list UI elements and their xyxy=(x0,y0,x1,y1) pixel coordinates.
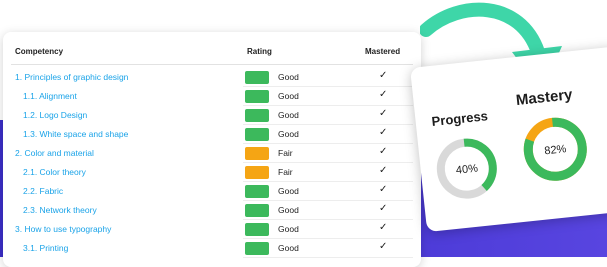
rating-color-indicator xyxy=(245,147,269,160)
progress-value: 40% xyxy=(455,162,478,176)
table-row: 3.1. Printing Good ✓ xyxy=(3,239,421,258)
mastered-check-icon: ✓ xyxy=(379,203,388,214)
table-row: 3. How to use typography Good ✓ xyxy=(3,220,421,239)
rating-text: Good xyxy=(278,72,299,82)
table-body: 1. Principles of graphic design Good ✓ 1.1.… xyxy=(3,68,421,258)
competency-link[interactable]: 1.3. White space and shape xyxy=(23,129,128,139)
rating-color-indicator xyxy=(245,223,269,236)
progress-ring: 40% xyxy=(436,138,497,199)
mastered-check-icon: ✓ xyxy=(379,70,388,81)
competency-link[interactable]: 3.1. Printing xyxy=(23,243,68,253)
mastered-check-icon: ✓ xyxy=(379,89,388,100)
rating-color-indicator xyxy=(245,242,269,255)
rating-color-indicator xyxy=(245,71,269,84)
competency-link[interactable]: 2.2. Fabric xyxy=(23,186,63,196)
rating-text: Good xyxy=(278,110,299,120)
rating-color-indicator xyxy=(245,204,269,217)
rating-text: Good xyxy=(278,91,299,101)
rating-color-indicator xyxy=(245,109,269,122)
table-row: 1.3. White space and shape Good ✓ xyxy=(3,125,421,144)
table-header: Competency Rating Mastered xyxy=(3,44,421,62)
table-row: 2.2. Fabric Good ✓ xyxy=(3,182,421,201)
table-row: 2.3. Network theory Good ✓ xyxy=(3,201,421,220)
header-competency: Competency xyxy=(15,47,64,56)
stats-card: Progress Mastery 40% 82% xyxy=(410,46,607,233)
competency-link[interactable]: 2. Color and material xyxy=(15,148,94,158)
header-rating: Rating xyxy=(247,47,272,56)
rating-text: Good xyxy=(278,129,299,139)
competency-link[interactable]: 1. Principles of graphic design xyxy=(15,72,128,82)
competency-link[interactable]: 2.1. Color theory xyxy=(23,167,86,177)
rating-text: Good xyxy=(278,186,299,196)
header-divider xyxy=(11,64,413,65)
competency-link[interactable]: 3. How to use typography xyxy=(15,224,111,234)
rating-color-indicator xyxy=(245,90,269,103)
competency-link[interactable]: 2.3. Network theory xyxy=(23,205,97,215)
table-row: 2.1. Color theory Fair ✓ xyxy=(3,163,421,182)
competency-link[interactable]: 1.1. Alignment xyxy=(23,91,77,101)
mastery-ring: 82% xyxy=(523,117,587,181)
progress-title: Progress xyxy=(430,108,489,129)
table-row: 2. Color and material Fair ✓ xyxy=(3,144,421,163)
rating-text: Good xyxy=(278,243,299,253)
rating-color-indicator xyxy=(245,166,269,179)
mastered-check-icon: ✓ xyxy=(379,222,388,233)
competency-link[interactable]: 1.2. Logo Design xyxy=(23,110,87,120)
header-mastered: Mastered xyxy=(365,47,401,56)
table-row: 1.1. Alignment Good ✓ xyxy=(3,87,421,106)
mastered-check-icon: ✓ xyxy=(379,146,388,157)
mastery-value: 82% xyxy=(544,143,567,157)
rating-text: Fair xyxy=(278,167,293,177)
table-row: 1. Principles of graphic design Good ✓ xyxy=(3,68,421,87)
table-row: 1.2. Logo Design Good ✓ xyxy=(3,106,421,125)
mastered-check-icon: ✓ xyxy=(379,184,388,195)
competency-table: Competency Rating Mastered 1. Principles… xyxy=(3,32,421,267)
mastered-check-icon: ✓ xyxy=(379,165,388,176)
rating-color-indicator xyxy=(245,185,269,198)
mastered-check-icon: ✓ xyxy=(379,241,388,252)
mastery-title: Mastery xyxy=(515,86,574,110)
mastered-check-icon: ✓ xyxy=(379,127,388,138)
rating-color-indicator xyxy=(245,128,269,141)
rating-text: Good xyxy=(278,205,299,215)
rating-text: Fair xyxy=(278,148,293,158)
mastered-check-icon: ✓ xyxy=(379,108,388,119)
rating-text: Good xyxy=(278,224,299,234)
row-divider xyxy=(243,257,413,258)
